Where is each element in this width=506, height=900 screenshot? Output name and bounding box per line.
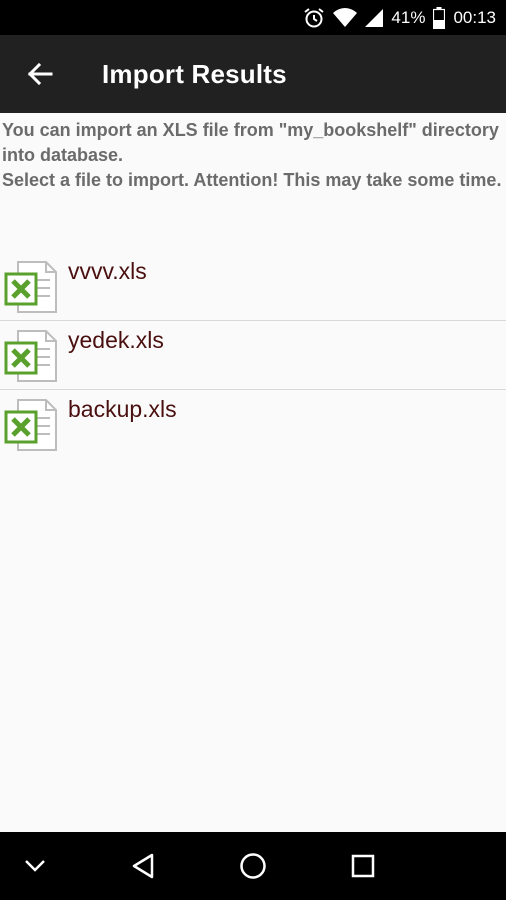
excel-file-icon [4, 261, 57, 313]
nav-home-button[interactable] [218, 832, 288, 900]
nav-back-button[interactable] [108, 832, 178, 900]
list-item-file-1[interactable]: yedek.xls [0, 321, 506, 390]
file-name: backup.xls [68, 396, 177, 422]
app-bar: Import Results [0, 35, 506, 113]
file-name: yedek.xls [68, 327, 164, 353]
back-triangle-icon [132, 853, 154, 879]
hide-keyboard-button[interactable] [0, 832, 70, 900]
excel-file-icon [4, 330, 57, 382]
back-button[interactable] [0, 35, 80, 113]
excel-file-icon [4, 399, 57, 451]
recents-square-icon [351, 854, 375, 878]
battery-percent: 41% [391, 7, 426, 27]
file-list: vvvv.xls yedek.xls backup.xls [0, 252, 506, 458]
chevron-down-icon [25, 860, 45, 872]
import-instructions: You can import an XLS file from "my_book… [2, 120, 502, 190]
list-item-file-0[interactable]: vvvv.xls [0, 252, 506, 321]
nav-recents-button[interactable] [328, 832, 398, 900]
back-arrow-icon [27, 62, 53, 86]
list-item-file-2[interactable]: backup.xls [0, 390, 506, 458]
navigation-bar [0, 832, 506, 900]
page-title: Import Results [102, 58, 287, 89]
status-bar: 41% 00:13 [0, 0, 506, 35]
home-circle-icon [240, 853, 266, 879]
signal-icon [365, 8, 384, 27]
wifi-icon [333, 7, 358, 28]
clock-time: 00:13 [453, 7, 496, 27]
alarm-icon [303, 7, 325, 29]
battery-icon [433, 6, 446, 29]
file-name: vvvv.xls [68, 258, 147, 284]
